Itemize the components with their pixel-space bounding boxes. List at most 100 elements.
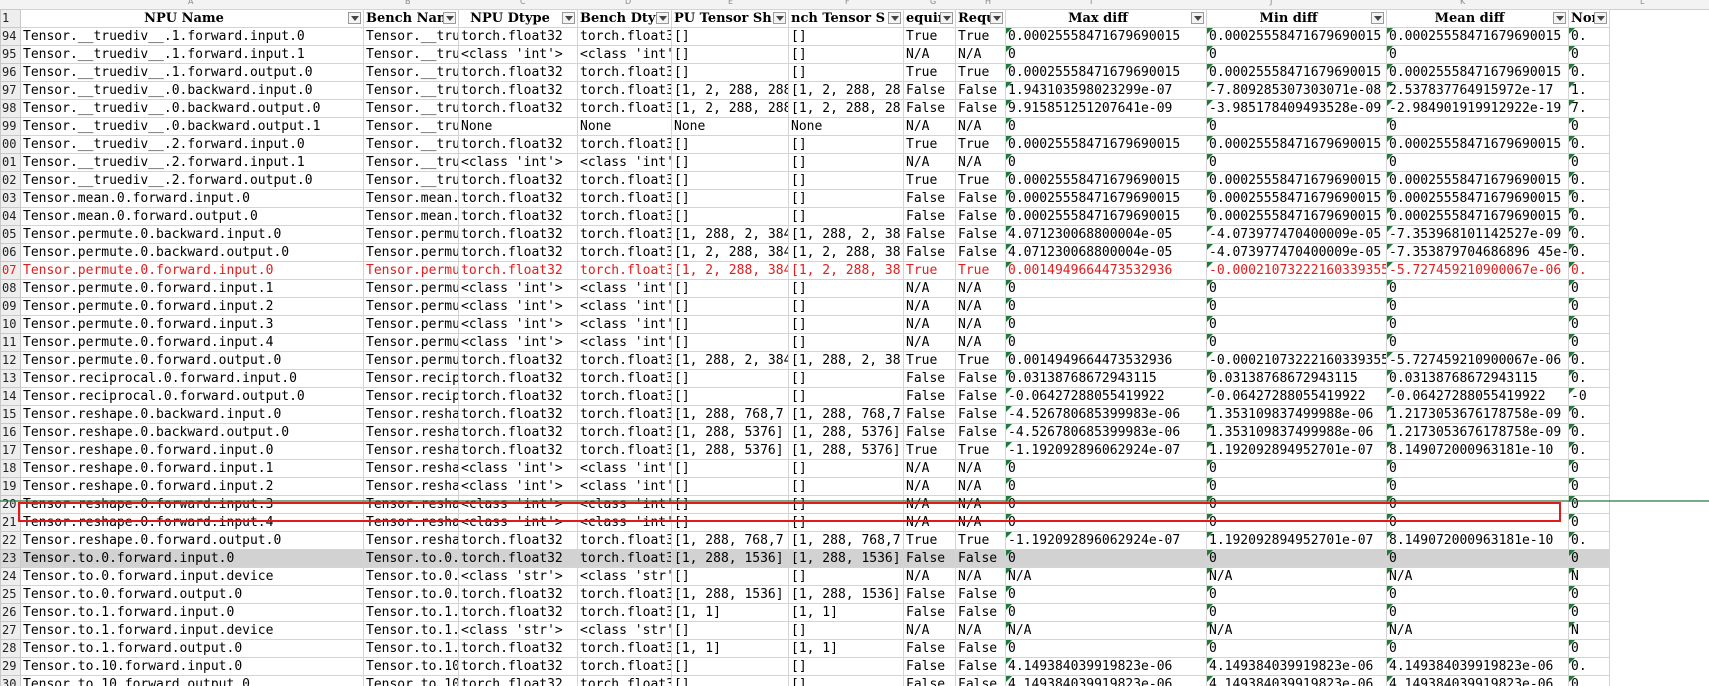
table-cell[interactable]: [1, 288, 2, 38	[788, 225, 904, 244]
table-cell[interactable]: 0	[1206, 639, 1387, 658]
table-cell[interactable]: Tensor.to.0.	[363, 549, 459, 568]
table-cell[interactable]: 0	[1568, 549, 1610, 568]
row-number[interactable]: 26	[0, 603, 21, 622]
row-number[interactable]: 06	[0, 243, 21, 262]
table-cell[interactable]: 0	[1568, 297, 1610, 316]
table-cell[interactable]: -1.192092896062924e-07	[1005, 531, 1207, 550]
table-cell[interactable]: 0.	[1568, 243, 1610, 262]
table-row[interactable]: 25 Tensor.to.0.forward.output.0 Tensor.to.…	[0, 585, 1610, 604]
table-cell[interactable]: []	[671, 189, 789, 208]
table-cell[interactable]: []	[788, 333, 904, 352]
table-cell[interactable]: 0.00025558471679690015	[1206, 207, 1387, 226]
table-cell[interactable]: []	[788, 675, 904, 686]
table-cell[interactable]: Tensor.__truediv__.0.backward.output.0	[20, 99, 364, 118]
table-cell[interactable]: False	[955, 657, 1006, 676]
column-header[interactable]: equir	[903, 9, 956, 28]
row-number[interactable]: 95	[0, 45, 21, 64]
filter-dropdown-icon[interactable]	[656, 12, 669, 24]
column-letter-d[interactable]: D	[625, 0, 631, 6]
table-cell[interactable]: 0.00025558471679690015	[1005, 27, 1207, 46]
table-cell[interactable]: <class 'int'>	[458, 315, 578, 334]
table-cell[interactable]: 0.	[1568, 441, 1610, 460]
table-cell[interactable]: 0	[1206, 279, 1387, 298]
table-cell[interactable]: [1, 2, 288, 384	[671, 243, 789, 262]
table-cell[interactable]: torch.float32	[577, 351, 672, 370]
table-cell[interactable]: [1, 288, 768,7	[671, 405, 789, 424]
table-cell[interactable]: False	[903, 639, 956, 658]
table-cell[interactable]: Tensor.reshape	[363, 441, 459, 460]
table-cell[interactable]: False	[955, 639, 1006, 658]
table-cell[interactable]: 0.03138768672943115	[1206, 369, 1387, 388]
row-number[interactable]: 17	[0, 441, 21, 460]
table-cell[interactable]: -4.526780685399983e-06	[1005, 423, 1207, 442]
table-cell[interactable]: N/A	[955, 477, 1006, 496]
table-cell[interactable]: [1, 288, 5376]	[788, 441, 904, 460]
table-cell[interactable]: 0	[1005, 153, 1207, 172]
table-cell[interactable]: []	[671, 567, 789, 586]
table-cell[interactable]: torch.float32	[577, 603, 672, 622]
row-number[interactable]: 28	[0, 639, 21, 658]
table-cell[interactable]: False	[955, 99, 1006, 118]
column-letter-a[interactable]: A	[188, 0, 193, 6]
table-cell[interactable]: 4.071230068800004e-05	[1005, 243, 1207, 262]
table-cell[interactable]: False	[903, 657, 956, 676]
table-cell[interactable]: 0	[1386, 585, 1569, 604]
table-row[interactable]: 12 Tensor.permute.0.forward.output.0 Tenso…	[0, 351, 1610, 370]
table-row[interactable]: 02 Tensor.__truediv__.2.forward.output.0 T…	[0, 171, 1610, 190]
table-cell[interactable]: N/A	[903, 333, 956, 352]
table-cell[interactable]: Tensor.to.1.forward.output.0	[20, 639, 364, 658]
table-cell[interactable]: torch.float32	[458, 135, 578, 154]
table-cell[interactable]: 0	[1005, 297, 1207, 316]
table-cell[interactable]: <class 'int'>	[458, 297, 578, 316]
table-cell[interactable]: torch.float32	[577, 243, 672, 262]
row-number[interactable]: 11	[0, 333, 21, 352]
table-cell[interactable]: 0	[1005, 45, 1207, 64]
table-cell[interactable]: 0.	[1568, 657, 1610, 676]
table-cell[interactable]: []	[671, 513, 789, 532]
table-cell[interactable]: []	[788, 27, 904, 46]
table-cell[interactable]: torch.float32	[458, 225, 578, 244]
table-cell[interactable]: 4.071230068800004e-05	[1005, 225, 1207, 244]
table-cell[interactable]: []	[671, 657, 789, 676]
table-cell[interactable]: N/A	[955, 495, 1006, 514]
table-cell[interactable]: torch.float32	[458, 369, 578, 388]
table-cell[interactable]: 0.00025558471679690015	[1386, 27, 1569, 46]
table-cell[interactable]: -1.192092896062924e-07	[1005, 441, 1207, 460]
table-cell[interactable]: False	[955, 369, 1006, 388]
filter-dropdown-icon[interactable]	[1371, 12, 1384, 24]
table-cell[interactable]: -4.073977470400009e-05	[1206, 225, 1387, 244]
table-row[interactable]: 19 Tensor.reshape.0.forward.input.2 Tensor…	[0, 477, 1610, 496]
table-cell[interactable]: 1.2173053676178758e-09	[1386, 405, 1569, 424]
table-cell[interactable]: 0	[1005, 639, 1207, 658]
table-cell[interactable]: []	[671, 369, 789, 388]
table-cell[interactable]: Tensor.permute.0.forward.input.1	[20, 279, 364, 298]
table-cell[interactable]: <class 'int'>	[458, 153, 578, 172]
table-cell[interactable]: False	[955, 549, 1006, 568]
table-cell[interactable]: []	[671, 459, 789, 478]
table-cell[interactable]: 0.	[1568, 675, 1610, 686]
table-cell[interactable]: Tensor.__truediv__.0.backward.input.0	[20, 81, 364, 100]
table-cell[interactable]: 4.149384039919823e-06	[1005, 675, 1207, 686]
table-cell[interactable]: torch.float32	[577, 441, 672, 460]
table-cell[interactable]: [1, 288, 1536]	[788, 585, 904, 604]
table-cell[interactable]: 0.	[1568, 405, 1610, 424]
table-cell[interactable]: []	[788, 495, 904, 514]
table-cell[interactable]: True	[955, 261, 1006, 280]
table-cell[interactable]: False	[955, 387, 1006, 406]
table-cell[interactable]: Tensor.reshape.0.forward.input.0	[20, 441, 364, 460]
table-cell[interactable]: torch.float32	[577, 639, 672, 658]
table-cell[interactable]: N/A	[903, 315, 956, 334]
table-cell[interactable]: Tensor.permute	[363, 243, 459, 262]
column-header[interactable]: nch Tensor S	[788, 9, 904, 28]
table-cell[interactable]: 0	[1568, 153, 1610, 172]
table-cell[interactable]: Tensor.to.0.	[363, 585, 459, 604]
table-cell[interactable]: torch.float32	[577, 657, 672, 676]
table-cell[interactable]: 0.	[1568, 135, 1610, 154]
table-cell[interactable]: [1, 1]	[788, 639, 904, 658]
table-cell[interactable]: -5.727459210900067e-06	[1386, 351, 1569, 370]
table-cell[interactable]: 0	[1386, 297, 1569, 316]
table-cell[interactable]: False	[955, 243, 1006, 262]
table-row[interactable]: 09 Tensor.permute.0.forward.input.2 Tensor…	[0, 297, 1610, 316]
table-cell[interactable]: Tensor.permute	[363, 261, 459, 280]
table-cell[interactable]: [1, 288, 1536]	[788, 549, 904, 568]
